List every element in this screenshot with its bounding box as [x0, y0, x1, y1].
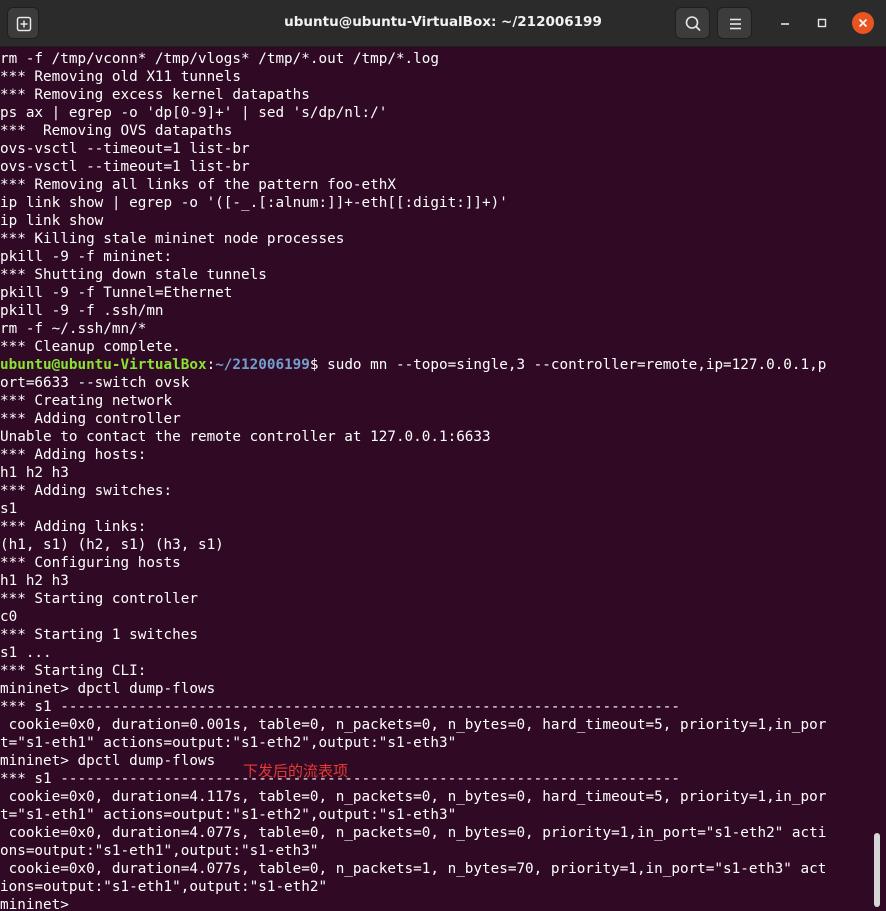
minimize-button[interactable] [774, 12, 796, 34]
terminal-line: rm -f /tmp/vconn* /tmp/vlogs* /tmp/*.out… [0, 51, 439, 67]
terminal-line: *** Removing all links of the pattern fo… [0, 177, 396, 193]
terminal-line: rm -f ~/.ssh/mn/* [0, 321, 147, 337]
new-tab-button[interactable] [7, 7, 39, 39]
terminal-line: *** Adding switches: [0, 483, 173, 499]
prompt-path: ~/212006199 [215, 357, 310, 373]
terminal-line: *** Starting controller [0, 591, 198, 607]
prompt-command: sudo mn --topo=single,3 --controller=rem… [318, 357, 827, 373]
terminal-line: *** Adding links: [0, 519, 147, 535]
terminal-line: pkill -9 -f .ssh/mn [0, 303, 164, 319]
prompt-user-host: ubuntu@ubuntu-VirtualBox [0, 357, 207, 373]
terminal-line: *** s1 ---------------------------------… [0, 699, 680, 715]
terminal-line: *** Removing excess kernel datapaths [0, 87, 310, 103]
terminal-line: mininet> dpctl dump-flows [0, 753, 216, 769]
terminal-scrollbar[interactable] [874, 833, 880, 907]
terminal-line: h1 h2 h3 [0, 573, 69, 589]
terminal-line: Unable to contact the remote controller … [0, 429, 491, 445]
terminal-line: s1 [0, 501, 18, 517]
terminal-line: mininet> dpctl dump-flows [0, 681, 216, 697]
terminal-line: *** Removing OVS datapaths [0, 123, 233, 139]
search-icon [685, 16, 701, 31]
terminal-line: cookie=0x0, duration=4.077s, table=0, n_… [0, 825, 827, 841]
title-bar[interactable]: ubuntu@ubuntu-VirtualBox: ~/212006199 [0, 0, 886, 47]
terminal-window: ubuntu@ubuntu-VirtualBox: ~/212006199 rm… [0, 0, 886, 911]
terminal-line: cookie=0x0, duration=4.117s, table=0, n_… [0, 789, 827, 805]
menu-button[interactable] [717, 7, 752, 39]
terminal-line: ons=output:"s1-eth1",output:"s1-eth3" [0, 843, 319, 859]
window-title: ubuntu@ubuntu-VirtualBox: ~/212006199 [284, 14, 602, 30]
close-button[interactable] [852, 12, 874, 34]
maximize-icon [817, 18, 827, 28]
terminal-line: pkill -9 -f mininet: [0, 249, 173, 265]
prompt-colon: : [206, 357, 216, 373]
terminal-line: *** Creating network [0, 393, 173, 409]
new-tab-icon [16, 16, 32, 32]
terminal-line: *** Configuring hosts [0, 555, 181, 571]
terminal-line: ovs-vsctl --timeout=1 list-br [0, 159, 250, 175]
terminal-line: *** Adding controller [0, 411, 181, 427]
terminal-line: cookie=0x0, duration=0.001s, table=0, n_… [0, 717, 827, 733]
maximize-button[interactable] [811, 12, 833, 34]
terminal-line: *** Cleanup complete. [0, 339, 181, 355]
prompt-dollar: $ [309, 357, 319, 373]
terminal-line: *** Shutting down stale tunnels [0, 267, 267, 283]
search-button[interactable] [675, 7, 710, 39]
terminal-line: (h1, s1) (h2, s1) (h3, s1) [0, 537, 224, 553]
terminal-output[interactable]: rm -f /tmp/vconn* /tmp/vlogs* /tmp/*.out… [0, 48, 872, 911]
terminal-line: h1 h2 h3 [0, 465, 69, 481]
terminal-line: pkill -9 -f Tunnel=Ethernet [0, 285, 233, 301]
terminal-line: ip link show | egrep -o '([-_.[:alnum:]]… [0, 195, 508, 211]
terminal-line: ip link show [0, 213, 104, 229]
hamburger-menu-icon [730, 18, 741, 30]
terminal-line: cookie=0x0, duration=4.077s, table=0, n_… [0, 861, 827, 877]
close-icon [858, 18, 868, 28]
terminal-line: mininet> [0, 897, 69, 911]
flow-table-annotation: 下发后的流表项 [243, 762, 349, 780]
terminal-line: *** Starting CLI: [0, 663, 147, 679]
terminal-line: *** Starting 1 switches [0, 627, 198, 643]
terminal-line: *** Removing old X11 tunnels [0, 69, 242, 85]
shell-prompt-line: ubuntu@ubuntu-VirtualBox:~/212006199$ su… [0, 356, 826, 374]
terminal-line: ions=output:"s1-eth1",output:"s1-eth2" [0, 879, 328, 895]
terminal-line: c0 [0, 609, 18, 625]
minimize-icon [781, 23, 789, 25]
terminal-line: ps ax | egrep -o 'dp[0-9]+' | sed 's/dp/… [0, 105, 388, 121]
terminal-line: t="s1-eth1" actions=output:"s1-eth2",out… [0, 735, 457, 751]
terminal-line: ort=6633 --switch ovsk [0, 375, 190, 391]
terminal-line: s1 ... [0, 645, 52, 661]
terminal-line: t="s1-eth1" actions=output:"s1-eth2",out… [0, 807, 457, 823]
terminal-line: *** Adding hosts: [0, 447, 147, 463]
terminal-line: ovs-vsctl --timeout=1 list-br [0, 141, 250, 157]
terminal-line: *** Killing stale mininet node processes [0, 231, 345, 247]
